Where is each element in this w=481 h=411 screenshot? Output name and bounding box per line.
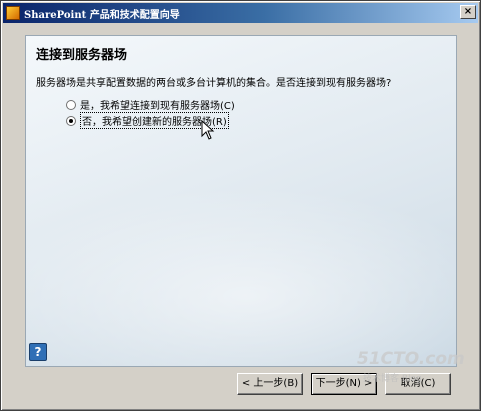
background-swoosh [26, 186, 456, 366]
option-connect-existing[interactable]: 是，我希望连接到现有服务器场(C) [66, 97, 235, 112]
help-icon[interactable]: ? [29, 343, 47, 361]
question-text: 服务器场是共享配置数据的两台或多台计算机的集合。是否连接到现有服务器场? [36, 78, 392, 89]
cancel-button[interactable]: 取消(C) [385, 373, 451, 395]
window-title: SharePoint 产品和技术配置向导 [24, 9, 180, 21]
close-button[interactable]: × [460, 5, 476, 19]
mouse-cursor-icon [201, 120, 215, 140]
page-title: 连接到服务器场 [36, 48, 128, 63]
wizard-content-panel: 连接到服务器场 服务器场是共享配置数据的两台或多台计算机的集合。是否连接到现有服… [25, 35, 457, 367]
back-button[interactable]: < 上一步(B) [237, 373, 303, 395]
radio-connect-existing[interactable] [66, 99, 76, 110]
app-icon [6, 6, 20, 20]
wizard-window: SharePoint 产品和技术配置向导 × 连接到服务器场 服务器场是共享配置… [0, 0, 481, 411]
radio-create-new[interactable] [66, 115, 76, 126]
title-bar[interactable]: SharePoint 产品和技术配置向导 × [3, 3, 478, 23]
option-connect-existing-label[interactable]: 是，我希望连接到现有服务器场(C) [80, 97, 235, 112]
next-button[interactable]: 下一步(N) > [311, 373, 377, 395]
